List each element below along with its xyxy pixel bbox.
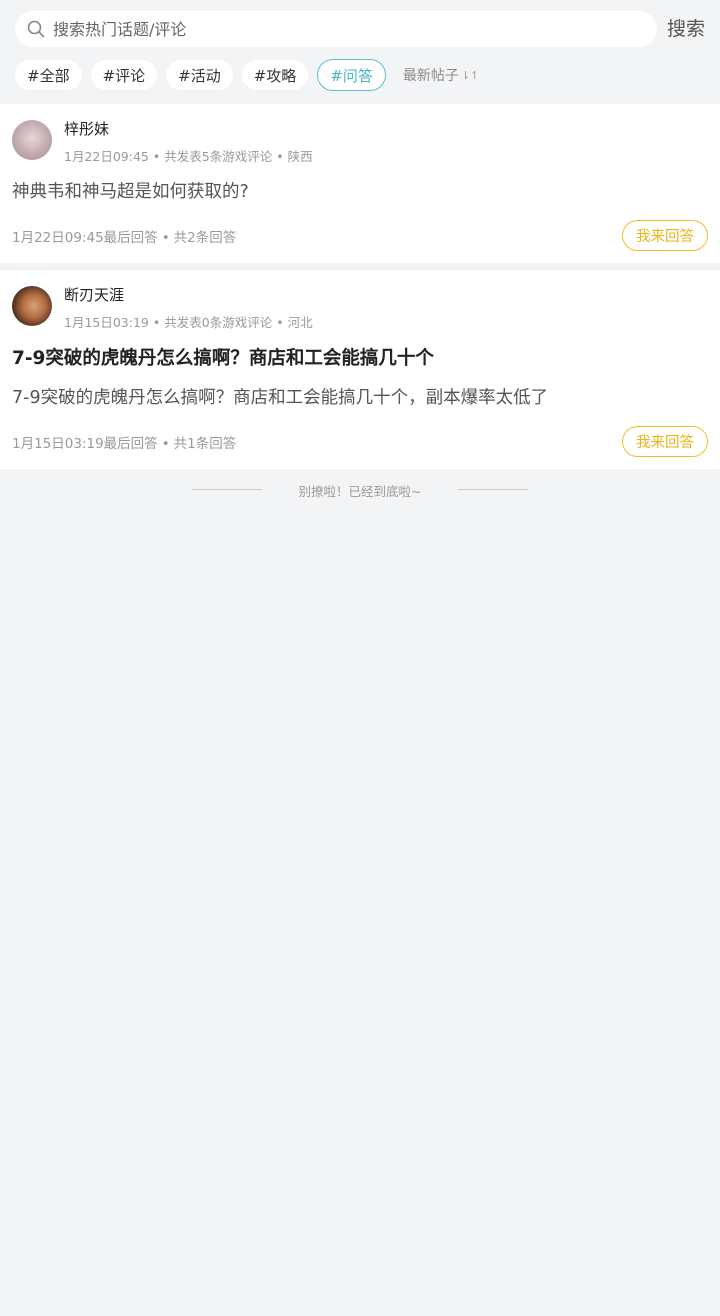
post-time: 1月22日09:45 — [64, 149, 149, 164]
tag-qa[interactable]: #问答 — [317, 59, 386, 91]
post-body[interactable]: 7-9突破的虎魄丹怎么搞啊？商店和工会能搞几十个，副本爆率太低了 — [12, 384, 548, 409]
post-region: 陕西 — [287, 149, 313, 164]
post-username[interactable]: 断刃天涯 — [64, 284, 124, 305]
post-stats: 共发表5条游戏评论 — [164, 149, 273, 164]
post-region: 河北 — [287, 315, 313, 330]
avatar[interactable] — [12, 286, 52, 326]
post-card[interactable]: 梓彤妹 1月22日09:45 • 共发表5条游戏评论 • 陕西 神典韦和神马超是如何获取… — [0, 104, 720, 263]
post-meta: 1月15日03:19 • 共发表0条游戏评论 • 河北 — [64, 315, 313, 330]
sort-label: 最新帖子 — [402, 68, 459, 84]
post-username[interactable]: 梓彤妹 — [64, 118, 109, 139]
tag-guide[interactable]: #攻略 — [241, 60, 309, 90]
sort-icon: ⇂↿ — [460, 68, 480, 82]
search-icon — [27, 20, 45, 38]
divider — [458, 489, 528, 490]
search-button[interactable]: 搜索 — [667, 16, 705, 42]
post-body[interactable]: 神典韦和神马超是如何获取的? — [12, 178, 249, 203]
post-footer-meta: 1月15日03:19最后回答 • 共1条回答 — [12, 436, 237, 452]
tag-activity[interactable]: #活动 — [166, 60, 233, 90]
post-card[interactable]: 断刃天涯 1月15日03:19 • 共发表0条游戏评论 • 河北 7-9突破的虎魄丹怎么… — [0, 270, 720, 469]
end-of-list-indicator: 别撩啦！已经到底啦~ — [0, 480, 720, 500]
sort-dropdown[interactable]: 最新帖子 ⇂↿ — [403, 65, 479, 85]
search-input[interactable] — [51, 18, 611, 40]
end-of-list-text: 别撩啦！已经到底啦~ — [298, 484, 422, 499]
avatar[interactable] — [12, 120, 52, 160]
search-box[interactable] — [15, 11, 657, 47]
post-time: 1月15日03:19 — [64, 315, 149, 330]
post-title[interactable]: 7-9突破的虎魄丹怎么搞啊？商店和工会能搞几十个 — [12, 344, 434, 370]
post-meta: 1月22日09:45 • 共发表5条游戏评论 • 陕西 — [64, 149, 313, 164]
tag-filter-bar: #全部 #评论 #活动 #攻略 #问答 最新帖子 ⇂↿ — [15, 59, 479, 91]
last-reply-time: 1月22日09:45最后回答 — [12, 230, 158, 246]
tag-comment[interactable]: #评论 — [90, 60, 158, 90]
tag-all[interactable]: #全部 — [15, 60, 82, 90]
search-bar: 搜索 — [0, 0, 720, 50]
post-footer-meta: 1月22日09:45最后回答 • 共2条回答 — [12, 230, 237, 246]
reply-count: 共1条回答 — [173, 436, 237, 452]
answer-button[interactable]: 我来回答 — [622, 426, 708, 457]
last-reply-time: 1月15日03:19最后回答 — [12, 436, 158, 452]
answer-button[interactable]: 我来回答 — [622, 220, 708, 251]
reply-count: 共2条回答 — [173, 230, 237, 246]
post-stats: 共发表0条游戏评论 — [164, 315, 273, 330]
